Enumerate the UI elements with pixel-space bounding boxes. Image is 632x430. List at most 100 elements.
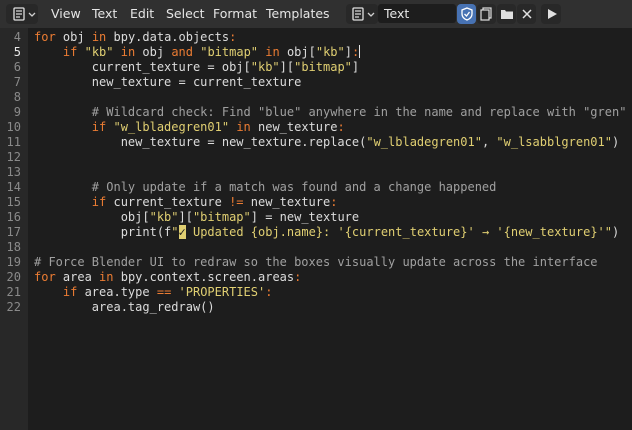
code-token: current_texture = obj[ [34,60,251,74]
text-editor-area[interactable]: 4 for obj in bpy.data.objects: 5 if "kb" i… [0,28,632,430]
code-token: : [229,30,237,44]
code-token: obj [135,45,172,59]
run-script-button[interactable] [541,4,561,24]
line-number: 14 [6,180,21,194]
line-number: 20 [6,270,21,284]
code-line[interactable]: 18 [0,240,632,255]
menu-edit[interactable]: Edit [130,7,154,21]
code-token: for [34,270,56,284]
code-line[interactable]: 14 # Only update if a match was found an… [0,180,632,195]
code-token: bpy.context.screen.areas [113,270,295,284]
editor-type-button[interactable] [6,4,38,24]
dropdown-chevron-icon [28,12,36,17]
text-datablock-name-field[interactable]: Text [378,4,456,23]
code-token: : [351,45,360,59]
code-token: bpy.data.objects [106,30,230,44]
line-number: 16 [6,210,21,224]
code-line[interactable]: 7 new_texture = current_texture [0,75,632,90]
code-token: : [330,195,338,209]
code-text: new_texture = current_texture [34,75,302,90]
code-token: , [481,135,497,149]
code-line[interactable]: 15 if current_texture != new_texture: [0,195,632,210]
code-line[interactable]: 10 if "w_lbladegren01" in new_texture: [0,120,632,135]
code-token: == [156,285,172,299]
code-text: for obj in bpy.data.objects: [34,30,236,45]
code-token: if [91,195,107,209]
line-number: 4 [13,30,21,44]
code-token: obj [55,30,92,44]
code-text: # Wildcard check: Find "blue" anywhere i… [34,105,627,120]
code-token: ][ [279,60,295,74]
line-number: 22 [6,300,21,314]
new-text-button[interactable] [477,4,496,24]
code-line[interactable]: 9 # Wildcard check: Find "blue" anywhere… [0,105,632,120]
code-line[interactable]: 22 area.tag_redraw() [0,300,632,315]
code-text: new_texture = new_texture.replace("w_lbl… [34,135,620,150]
code-token: "w_lbladegren01" [113,120,230,134]
code-line[interactable]: 21 if area.type == 'PROPERTIES': [0,285,632,300]
code-token: if [62,45,78,59]
code-token: in [91,30,107,44]
code-token: if [91,120,107,134]
line-number: 9 [13,105,21,119]
shield-fake-user-icon [461,7,473,21]
line-number: 8 [13,90,21,104]
code-token: new_texture [250,120,338,134]
code-line[interactable]: 4 for obj in bpy.data.objects: [0,30,632,45]
line-number: 11 [6,135,21,149]
line-number: 7 [13,75,21,89]
menu-select[interactable]: Select [166,7,205,21]
code-line[interactable]: 19 # Force Blender UI to redraw so the bo… [0,255,632,270]
text-datablock-browse-button[interactable] [346,4,378,24]
code-token: : [265,285,273,299]
code-line[interactable]: 6 current_texture = obj["kb"]["bitmap"] [0,60,632,75]
code-token: obj[ [34,210,150,224]
code-text: if area.type == 'PROPERTIES': [34,285,273,300]
code-text: current_texture = obj["kb"]["bitmap"] [34,60,359,75]
line-number: 18 [6,240,21,254]
code-token: Updated {obj.name}: '{current_texture}' … [185,225,613,239]
close-x-icon [522,9,532,19]
line-number: 12 [6,150,21,164]
code-line[interactable]: 5 if "kb" in obj and "bitmap" in obj["kb… [0,45,632,60]
fake-user-button[interactable] [457,4,476,24]
code-text: for area in bpy.context.screen.areas: [34,270,301,285]
dropdown-chevron-icon [367,12,375,17]
code-line[interactable]: 12 [0,150,632,165]
code-token: for [34,30,56,44]
unlink-text-button[interactable] [517,4,536,24]
code-token: print(f [34,225,172,239]
menu-templates[interactable]: Templates [266,7,330,21]
menu-text[interactable]: Text [92,7,117,21]
line-number: 21 [6,285,21,299]
code-token: and [171,45,193,59]
code-line[interactable]: 13 [0,165,632,180]
code-token: in [236,120,251,134]
code-text: obj["kb"]["bitmap"] = new_texture [34,210,359,225]
code-line[interactable]: 17 print(f"✓ Updated {obj.name}: '{curre… [0,225,632,240]
code-line[interactable]: 16 obj["kb"]["bitmap"] = new_texture [0,210,632,225]
editor-type-icon [13,7,25,21]
open-text-button[interactable] [497,4,516,24]
code-token: new_texture = current_texture [34,75,302,89]
code-text: # Only update if a match was found and a… [34,180,497,195]
code-line[interactable]: 8 [0,90,632,105]
code-token: new_texture [243,195,331,209]
code-token: ] [351,60,360,74]
code-line[interactable]: 11 new_texture = new_texture.replace("w_… [0,135,632,150]
code-line[interactable]: 20 for area in bpy.context.screen.areas: [0,270,632,285]
code-token: "bitmap" [200,45,259,59]
text-editor-header: View Text Edit Select Format Templates T… [0,0,632,28]
code-text: if current_texture != new_texture: [34,195,338,210]
menu-format[interactable]: Format [213,7,257,21]
menu-view[interactable]: View [51,7,81,21]
run-script-play-icon [548,9,557,19]
code-token: area.tag_redraw() [34,300,215,314]
code-token: "kb" [149,210,179,224]
new-text-icon [480,7,492,21]
